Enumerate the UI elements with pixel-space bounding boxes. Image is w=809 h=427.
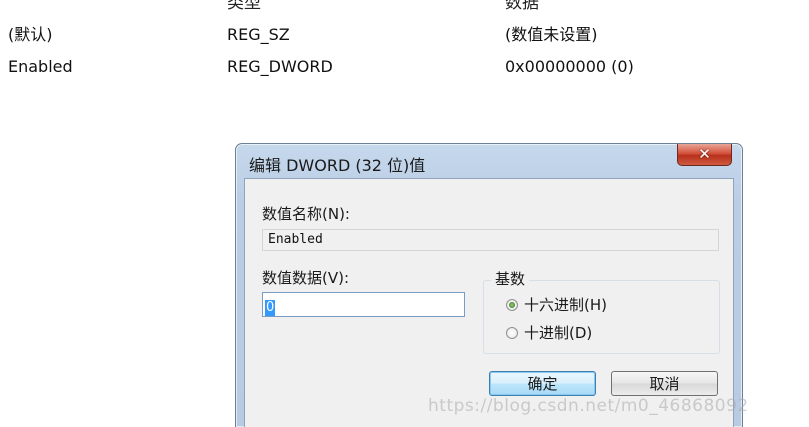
screenshot: 类型 数据 (默认) REG_SZ (数值未设置) Enabled REG_DW… [0, 0, 809, 427]
radio-hexadecimal[interactable]: 十六进制(H) [506, 294, 607, 315]
base-label: 基数 [491, 268, 530, 289]
watermark-text: https://blog.csdn.net/m0_46868092 [428, 396, 749, 416]
header-data[interactable]: 数据 [505, 0, 539, 13]
registry-row-default[interactable]: (默认) REG_SZ (数值未设置) [0, 20, 809, 50]
value-data-text: 0 [265, 300, 276, 316]
edit-dword-dialog: 编辑 DWORD (32 位)值 ✕ 数值名称(N): Enabled 数值数据… [235, 143, 743, 427]
row-type: REG_SZ [227, 25, 290, 44]
value-name-label: 数值名称(N): [262, 205, 350, 223]
dialog-title: 编辑 DWORD (32 位)值 [249, 156, 426, 175]
cancel-button[interactable]: 取消 [611, 371, 718, 396]
radio-dec-label: 十进制(D) [524, 324, 593, 342]
registry-row-enabled[interactable]: Enabled REG_DWORD 0x00000000 (0) [0, 52, 809, 82]
row-data: (数值未设置) [505, 25, 598, 44]
ok-button[interactable]: 确定 [489, 371, 596, 396]
dialog-titlebar[interactable]: 编辑 DWORD (32 位)值 ✕ [236, 144, 742, 178]
value-data-input[interactable]: 0 [262, 292, 465, 317]
header-type[interactable]: 类型 [227, 0, 261, 13]
value-data-label: 数值数据(V): [262, 269, 350, 287]
close-button[interactable]: ✕ [677, 144, 732, 166]
row-name: Enabled [8, 57, 73, 76]
close-icon: ✕ [698, 145, 711, 163]
row-type: REG_DWORD [227, 57, 333, 76]
radio-decimal[interactable]: 十进制(D) [506, 322, 592, 343]
registry-list-header: 类型 数据 [0, 0, 809, 14]
row-name: (默认) [8, 25, 53, 44]
radio-unchecked-icon [506, 326, 518, 339]
radio-checked-icon [506, 298, 518, 311]
value-name-field[interactable]: Enabled [262, 229, 719, 251]
radio-hex-label: 十六进制(H) [524, 296, 607, 314]
row-data: 0x00000000 (0) [505, 57, 634, 76]
dialog-body: 数值名称(N): Enabled 数值数据(V): 0 基数 十六进制(H) 十… [244, 178, 734, 427]
